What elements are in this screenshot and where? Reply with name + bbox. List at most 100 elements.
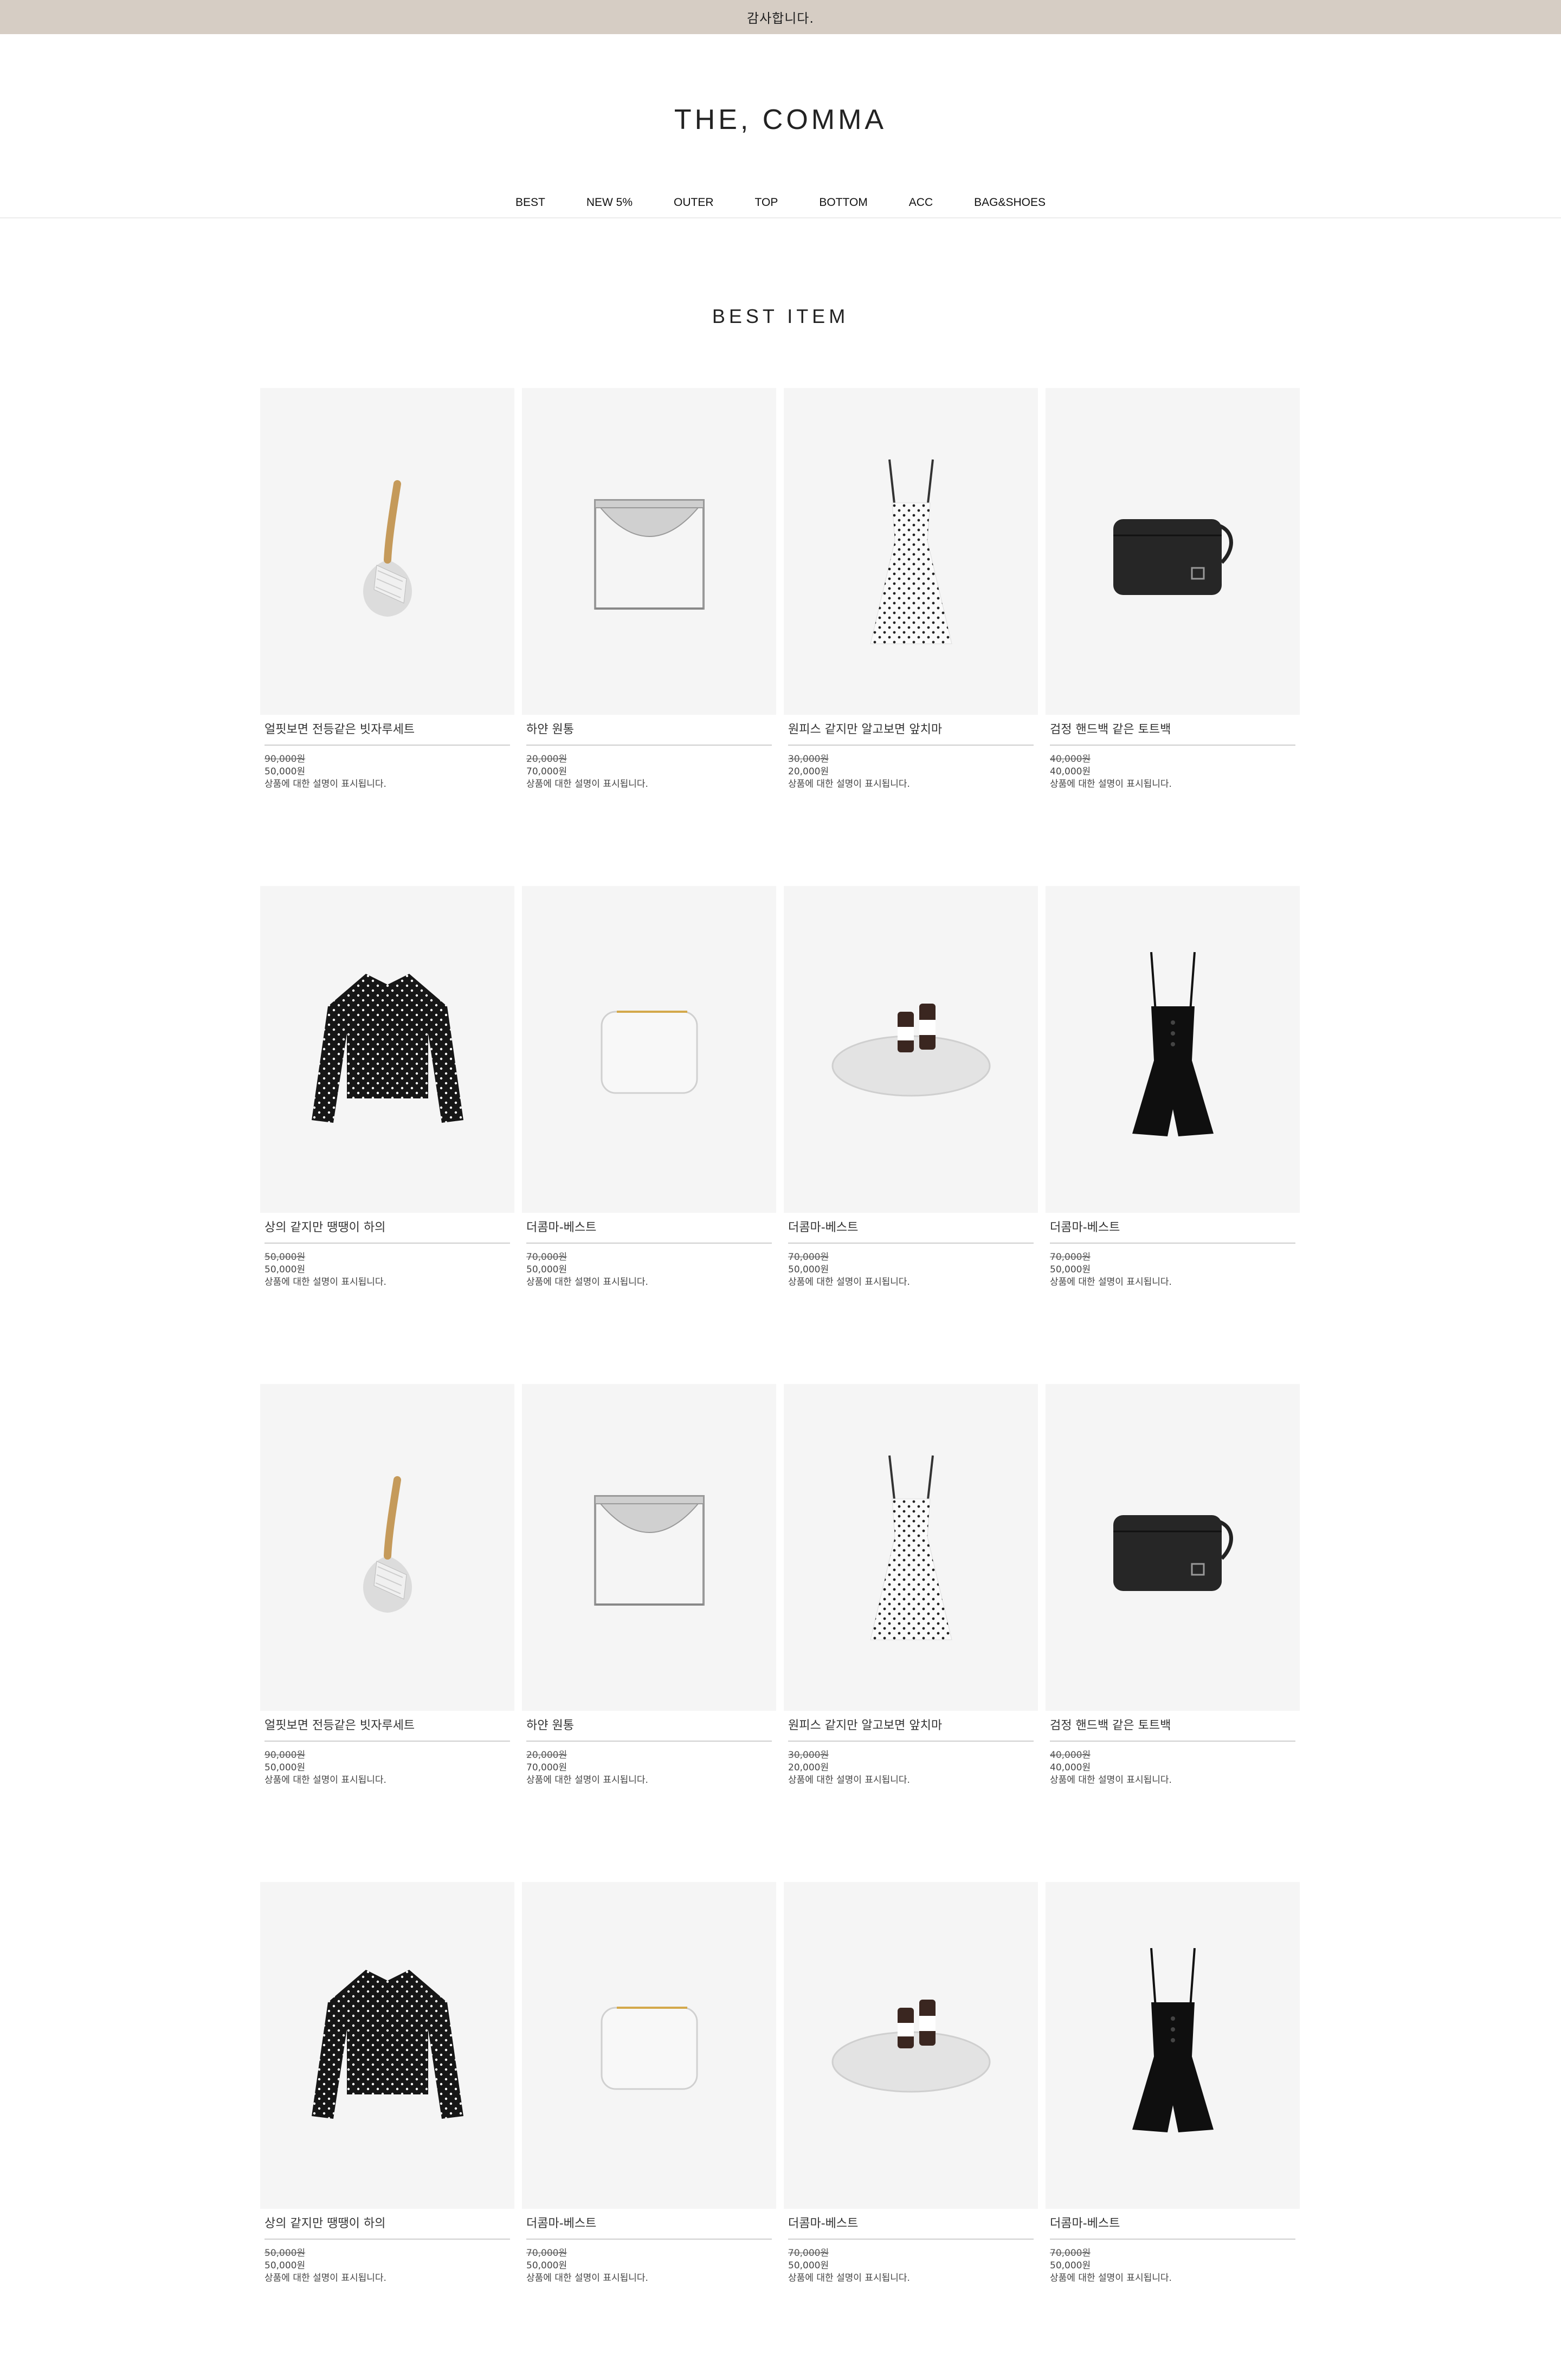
site-header: THE, COMMA BEST NEW 5% OUTER TOP BOTTOM … <box>0 34 1561 218</box>
product-card[interactable]: 얼핏보면 전등같은 빗자루세트 90,000원 50,000원 상품에 대한 설… <box>260 388 514 886</box>
nav-item-bottom[interactable]: BOTTOM <box>798 196 888 209</box>
product-name[interactable]: 더콤마-베스트 <box>788 1220 1034 1244</box>
tray-bottles-icon <box>824 1991 998 2100</box>
product-image[interactable] <box>1046 1384 1300 1711</box>
product-card[interactable]: 더콤마-베스트 70,000원 50,000원 상품에 대한 설명이 표시됩니다… <box>784 1882 1038 2380</box>
product-name[interactable]: 더콤마-베스트 <box>1050 2216 1295 2240</box>
black-romper-icon <box>1119 947 1227 1153</box>
broom-set-icon <box>333 478 442 625</box>
product-name[interactable]: 더콤마-베스트 <box>1050 1220 1295 1244</box>
product-image[interactable] <box>784 886 1038 1213</box>
product-meta: 90,000원 50,000원 상품에 대한 설명이 표시됩니다. <box>265 753 510 791</box>
product-description: 상품에 대한 설명이 표시됩니다. <box>265 2273 386 2284</box>
product-price: 50,000원 <box>265 1762 306 1773</box>
product-image[interactable] <box>1046 1882 1300 2209</box>
product-meta: 50,000원 50,000원 상품에 대한 설명이 표시됩니다. <box>265 1251 510 1289</box>
nav-item-bag-shoes[interactable]: BAG&SHOES <box>953 196 1066 209</box>
product-original-price: 70,000원 <box>526 2248 567 2259</box>
product-card[interactable]: 하얀 원통 20,000원 70,000원 상품에 대한 설명이 표시됩니다. <box>522 1384 776 1882</box>
product-image[interactable] <box>784 1384 1038 1711</box>
product-image[interactable] <box>1046 886 1300 1213</box>
product-image[interactable] <box>1046 388 1300 715</box>
black-bag-icon <box>1102 1493 1243 1602</box>
product-name[interactable]: 검정 핸드백 같은 토트백 <box>1050 1718 1295 1742</box>
product-meta: 20,000원 70,000원 상품에 대한 설명이 표시됩니다. <box>526 1749 772 1787</box>
product-meta: 70,000원 50,000원 상품에 대한 설명이 표시됩니다. <box>788 1251 1034 1289</box>
product-price: 20,000원 <box>788 766 829 777</box>
polka-dress-icon <box>857 1445 965 1651</box>
product-description: 상품에 대한 설명이 표시됩니다. <box>265 1775 386 1786</box>
product-image[interactable] <box>522 1384 776 1711</box>
product-name[interactable]: 얼핏보면 전등같은 빗자루세트 <box>265 1718 510 1742</box>
cube-bowl-icon <box>587 1480 712 1615</box>
product-card[interactable]: 얼핏보면 전등같은 빗자루세트 90,000원 50,000원 상품에 대한 설… <box>260 1384 514 1882</box>
product-price: 40,000원 <box>1050 766 1091 777</box>
product-name[interactable]: 더콤마-베스트 <box>526 1220 772 1244</box>
cube-bowl-icon <box>587 484 712 619</box>
product-image[interactable] <box>784 388 1038 715</box>
product-card[interactable]: 더콤마-베스트 70,000원 50,000원 상품에 대한 설명이 표시됩니다… <box>522 1882 776 2380</box>
product-image[interactable] <box>522 388 776 715</box>
product-name[interactable]: 더콤마-베스트 <box>788 2216 1034 2240</box>
product-image[interactable] <box>260 1384 514 1711</box>
product-name[interactable]: 상의 같지만 땡땡이 하의 <box>265 2216 510 2240</box>
product-name[interactable]: 더콤마-베스트 <box>526 2216 772 2240</box>
announcement-bar: 감사합니다. <box>0 0 1561 34</box>
product-card[interactable]: 원피스 같지만 알고보면 앞치마 30,000원 20,000원 상품에 대한 … <box>784 388 1038 886</box>
nav-item-outer[interactable]: OUTER <box>653 196 734 209</box>
product-image[interactable] <box>260 388 514 715</box>
product-image[interactable] <box>522 1882 776 2209</box>
product-card[interactable]: 더콤마-베스트 70,000원 50,000원 상품에 대한 설명이 표시됩니다… <box>784 886 1038 1384</box>
nav-item-new[interactable]: NEW 5% <box>566 196 653 209</box>
product-image[interactable] <box>522 886 776 1213</box>
product-meta: 30,000원 20,000원 상품에 대한 설명이 표시됩니다. <box>788 1749 1034 1787</box>
product-price: 50,000원 <box>526 1264 567 1275</box>
product-image[interactable] <box>784 1882 1038 2209</box>
product-original-price: 70,000원 <box>526 1252 567 1263</box>
product-image[interactable] <box>260 1882 514 2209</box>
product-card[interactable]: 더콤마-베스트 70,000원 50,000원 상품에 대한 설명이 표시됩니다… <box>1046 886 1300 1384</box>
product-description: 상품에 대한 설명이 표시됩니다. <box>788 2273 910 2284</box>
product-name[interactable]: 하얀 원통 <box>526 722 772 746</box>
product-meta: 50,000원 50,000원 상품에 대한 설명이 표시됩니다. <box>265 2247 510 2285</box>
product-grid: 얼핏보면 전등같은 빗자루세트 90,000원 50,000원 상품에 대한 설… <box>260 388 1300 2380</box>
product-image[interactable] <box>260 886 514 1213</box>
product-name[interactable]: 원피스 같지만 알고보면 앞치마 <box>788 722 1034 746</box>
product-card[interactable]: 하얀 원통 20,000원 70,000원 상품에 대한 설명이 표시됩니다. <box>522 388 776 886</box>
product-original-price: 40,000원 <box>1050 1750 1091 1761</box>
product-card[interactable]: 더콤마-베스트 70,000원 50,000원 상품에 대한 설명이 표시됩니다… <box>522 886 776 1384</box>
polka-dress-icon <box>857 449 965 655</box>
product-price: 50,000원 <box>1050 1264 1091 1275</box>
site-logo[interactable]: THE, COMMA <box>0 104 1561 136</box>
product-card[interactable]: 검정 핸드백 같은 토트백 40,000원 40,000원 상품에 대한 설명이… <box>1046 388 1300 886</box>
product-original-price: 90,000원 <box>265 1750 306 1761</box>
product-card[interactable]: 상의 같지만 땡땡이 하의 50,000원 50,000원 상품에 대한 설명이… <box>260 1882 514 2380</box>
product-original-price: 20,000원 <box>526 754 567 765</box>
product-meta: 70,000원 50,000원 상품에 대한 설명이 표시됩니다. <box>1050 1251 1295 1289</box>
product-description: 상품에 대한 설명이 표시됩니다. <box>265 1277 386 1288</box>
nav-item-best[interactable]: BEST <box>495 196 566 209</box>
product-meta: 70,000원 50,000원 상품에 대한 설명이 표시됩니다. <box>788 2247 1034 2285</box>
product-meta: 40,000원 40,000원 상품에 대한 설명이 표시됩니다. <box>1050 753 1295 791</box>
product-description: 상품에 대한 설명이 표시됩니다. <box>526 1775 648 1786</box>
product-name[interactable]: 상의 같지만 땡땡이 하의 <box>265 1220 510 1244</box>
product-price: 50,000원 <box>265 2260 306 2271</box>
black-romper-icon <box>1119 1943 1227 2149</box>
product-card[interactable]: 더콤마-베스트 70,000원 50,000원 상품에 대한 설명이 표시됩니다… <box>1046 1882 1300 2380</box>
main-nav: BEST NEW 5% OUTER TOP BOTTOM ACC BAG&SHO… <box>0 187 1561 218</box>
product-original-price: 30,000원 <box>788 1750 829 1761</box>
product-price: 50,000원 <box>265 766 306 777</box>
nav-item-acc[interactable]: ACC <box>888 196 953 209</box>
product-name[interactable]: 원피스 같지만 알고보면 앞치마 <box>788 1718 1034 1742</box>
product-price: 20,000원 <box>788 1762 829 1773</box>
nav-item-top[interactable]: TOP <box>734 196 799 209</box>
product-price: 70,000원 <box>526 766 567 777</box>
product-description: 상품에 대한 설명이 표시됩니다. <box>1050 2273 1172 2284</box>
product-name[interactable]: 검정 핸드백 같은 토트백 <box>1050 722 1295 746</box>
product-name[interactable]: 얼핏보면 전등같은 빗자루세트 <box>265 722 510 746</box>
product-name[interactable]: 하얀 원통 <box>526 1718 772 1742</box>
product-card[interactable]: 원피스 같지만 알고보면 앞치마 30,000원 20,000원 상품에 대한 … <box>784 1384 1038 1882</box>
product-card[interactable]: 검정 핸드백 같은 토트백 40,000원 40,000원 상품에 대한 설명이… <box>1046 1384 1300 1882</box>
product-card[interactable]: 상의 같지만 땡땡이 하의 50,000원 50,000원 상품에 대한 설명이… <box>260 886 514 1384</box>
product-description: 상품에 대한 설명이 표시됩니다. <box>526 779 648 790</box>
